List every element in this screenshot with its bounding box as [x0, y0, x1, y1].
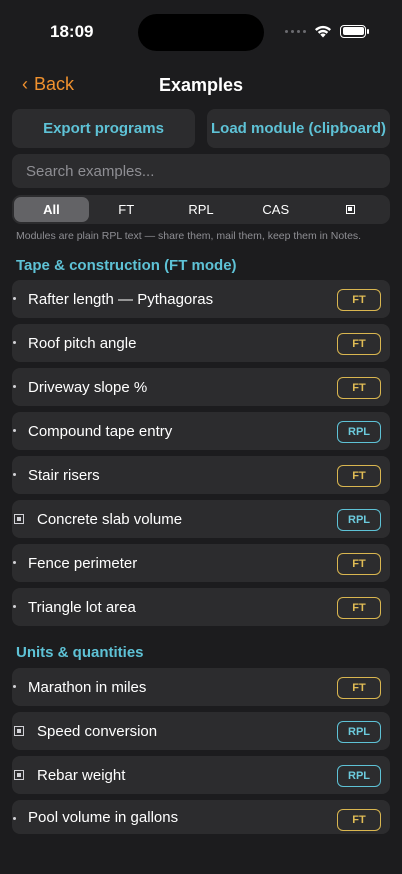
section-title-units: Units & quantities [16, 644, 144, 661]
mode-badge: RPL [337, 421, 381, 443]
list-item[interactable]: Fence perimeter FT [12, 544, 390, 582]
mode-badge: RPL [337, 509, 381, 531]
bullet-icon [13, 429, 16, 432]
list-item[interactable]: Compound tape entry RPL [12, 412, 390, 450]
mode-badge: FT [337, 597, 381, 619]
bullet-icon [13, 341, 16, 344]
list-item[interactable]: Pool volume in gallons FT [12, 800, 390, 834]
mode-badge: FT [337, 289, 381, 311]
mode-badge: FT [337, 677, 381, 699]
list-item-label: Roof pitch angle [28, 334, 137, 352]
section-title-tape: Tape & construction (FT mode) [16, 257, 237, 274]
list-item-label: Fence perimeter [28, 554, 138, 572]
filter-segmented-control: All FT RPL CAS [12, 195, 390, 224]
dynamic-island [138, 14, 264, 51]
stop-square-icon [14, 726, 24, 736]
list-item[interactable]: Stair risers FT [12, 456, 390, 494]
filter-rpl[interactable]: RPL [164, 197, 239, 222]
bullet-icon [13, 297, 16, 300]
list-item-label: Driveway slope % [28, 378, 148, 396]
list-item-label: Rafter length — Pythagoras [28, 290, 214, 308]
status-time: 18:09 [50, 22, 94, 41]
mode-badge: FT [337, 809, 381, 831]
status-icons [285, 24, 369, 38]
load-module-button[interactable]: Load module (clipboard) [207, 109, 390, 148]
mode-badge: RPL [337, 721, 381, 743]
status-bar: 18:09 [0, 0, 402, 64]
mode-badge: FT [337, 377, 381, 399]
stop-square-icon [14, 514, 24, 524]
bullet-icon [13, 385, 16, 388]
mode-badge: FT [337, 465, 381, 487]
list-item-label: Triangle lot area [28, 598, 136, 616]
list-item-label: Rebar weight [37, 766, 126, 784]
bullet-icon [13, 817, 16, 820]
list-item[interactable]: Roof pitch angle FT [12, 324, 390, 362]
bullet-icon [13, 685, 16, 688]
list-item-label: Compound tape entry [28, 422, 173, 440]
page-title: Examples [158, 75, 244, 95]
filter-program[interactable] [313, 197, 388, 222]
wifi-icon [315, 25, 331, 38]
list-item[interactable]: Marathon in miles FT [12, 668, 390, 706]
filter-cas[interactable]: CAS [238, 197, 313, 222]
export-programs-button[interactable]: Export programs [12, 109, 195, 148]
stop-square-icon [346, 205, 356, 214]
list-item[interactable]: Triangle lot area FT [12, 588, 390, 626]
mode-badge: FT [337, 553, 381, 575]
battery-icon [340, 24, 369, 38]
filter-all[interactable]: All [14, 197, 89, 222]
list-item[interactable]: Rebar weight RPL [12, 756, 390, 794]
search-input[interactable] [12, 154, 390, 188]
action-buttons: Export programs Load module (clipboard) [12, 109, 390, 148]
list-item[interactable]: Driveway slope % FT [12, 368, 390, 406]
modules-hint: Modules are plain RPL text — share them,… [16, 230, 362, 242]
cellular-signal-icon [285, 29, 306, 33]
bullet-icon [13, 605, 16, 608]
list-item-label: Concrete slab volume [37, 510, 183, 528]
list-item-label: Pool volume in gallons [28, 808, 179, 826]
list-item-label: Stair risers [28, 466, 100, 484]
bullet-icon [13, 561, 16, 564]
mode-badge: RPL [337, 765, 381, 787]
list-item-label: Marathon in miles [28, 678, 147, 696]
filter-ft[interactable]: FT [89, 197, 164, 222]
stop-square-icon [14, 770, 24, 780]
list-item-label: Speed conversion [37, 722, 158, 740]
list-item[interactable]: Speed conversion RPL [12, 712, 390, 750]
list-item[interactable]: Concrete slab volume RPL [12, 500, 390, 538]
list-item[interactable]: Rafter length — Pythagoras FT [12, 280, 390, 318]
mode-badge: FT [337, 333, 381, 355]
nav-bar: ‹ Back Examples [0, 70, 402, 100]
bullet-icon [13, 473, 16, 476]
